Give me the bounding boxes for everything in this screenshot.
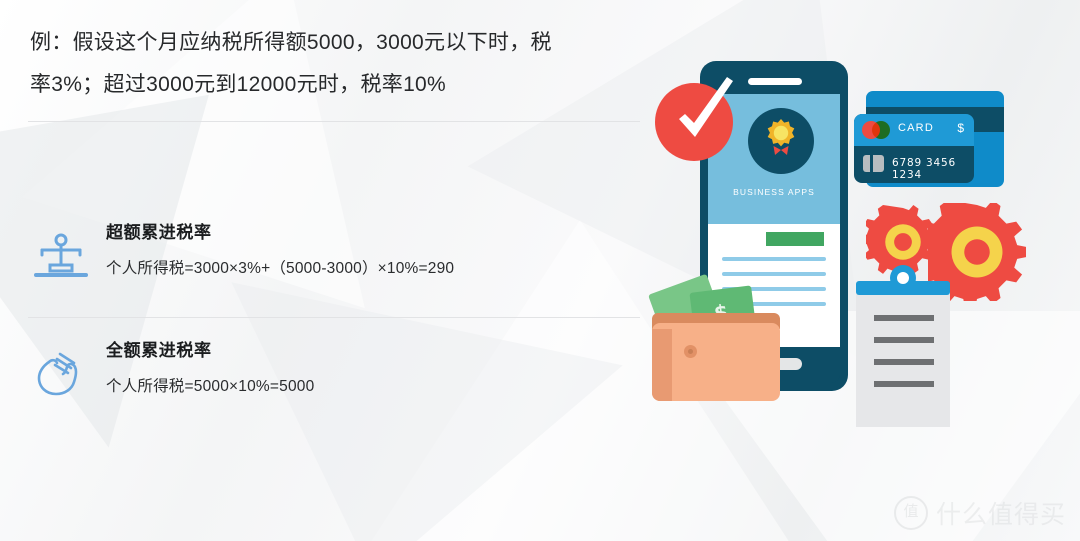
check-mark-icon: [679, 77, 733, 137]
section-excess-progressive: 超额累进税率 个人所得税=3000×3%+（5000-3000）×10%=290: [28, 222, 638, 280]
watermark-badge: 值: [893, 496, 928, 530]
wallet-flap: [652, 329, 672, 401]
card-brand-circles-icon: [862, 121, 892, 139]
clipboard-clip-knob: [890, 265, 916, 291]
content-panel: 例：假设这个月应纳税所得额5000，3000元以下时，税 率3%；超过3000元…: [0, 0, 660, 541]
clipboard-line: [874, 315, 934, 321]
pointing-hand-icon: [30, 346, 92, 404]
section-title: 全额累进税率: [106, 341, 212, 360]
phone-content-line: [722, 272, 826, 276]
section-text: 全额累进税率 个人所得税=5000×10%=5000: [106, 340, 638, 398]
clipboard-line: [874, 337, 934, 343]
business-illustration: BUSINESS APPS CARD $ 6789 3456 1234: [640, 55, 1060, 427]
wallet-button: [684, 345, 697, 358]
check-circle-icon: [655, 77, 733, 161]
phone-content-line: [722, 257, 826, 261]
slide: 例：假设这个月应纳税所得额5000，3000元以下时，税 率3%；超过3000元…: [0, 0, 1080, 541]
award-ribbon-icon: [767, 119, 795, 155]
section-full-progressive: 全额累进税率 个人所得税=5000×10%=5000: [28, 340, 638, 398]
section-formula: 个人所得税=5000×10%=5000: [106, 378, 315, 395]
section-title: 超额累进税率: [106, 223, 212, 242]
credit-card: CARD $ 6789 3456 1234: [854, 114, 974, 183]
divider-middle: [28, 317, 640, 318]
balance-scale-icon: [30, 228, 92, 286]
card-header: CARD $: [854, 114, 974, 146]
clipboard-line: [874, 381, 934, 387]
divider-top: [28, 121, 640, 122]
phone-green-bar: [766, 232, 824, 246]
watermark-text: 什么值得买: [935, 501, 1066, 529]
card-number: 6789 3456 1234: [892, 157, 956, 181]
phone-app-label: BUSINESS APPS: [733, 187, 815, 197]
section-text: 超额累进税率 个人所得税=3000×3%+（5000-3000）×10%=290: [106, 222, 638, 280]
watermark-logo: 值 什么值得买: [893, 495, 1066, 531]
phone-speaker: [748, 78, 802, 85]
award-badge-circle: [748, 108, 814, 174]
clipboard-icon: [856, 287, 950, 427]
clipboard-line: [874, 359, 934, 365]
page-title: 例：假设这个月应纳税所得额5000，3000元以下时，税 率3%；超过3000元…: [30, 31, 552, 96]
section-formula: 个人所得税=3000×3%+（5000-3000）×10%=290: [106, 260, 455, 277]
card-currency-symbol: $: [957, 121, 964, 135]
card-label: CARD: [898, 122, 934, 134]
card-chip-icon: [863, 155, 884, 172]
